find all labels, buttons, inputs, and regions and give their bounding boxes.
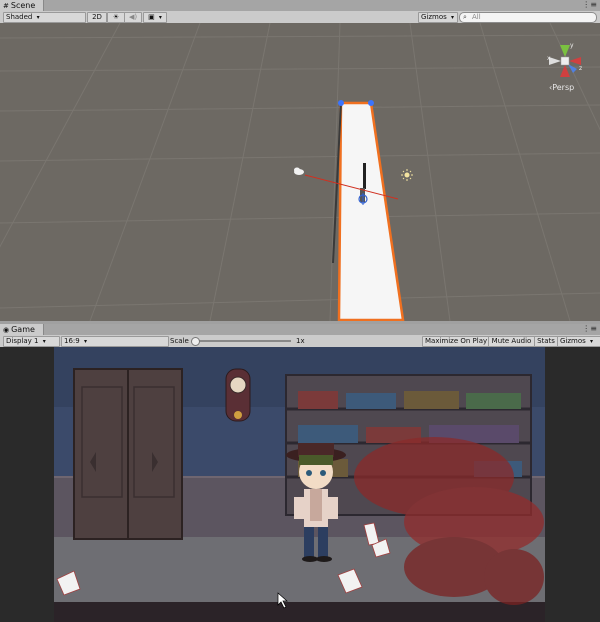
scale-label: Scale — [170, 337, 189, 345]
stats-label: Stats — [537, 337, 555, 345]
speaker-icon: ◀) — [128, 13, 138, 21]
maximize-on-play-label: Maximize On Play — [425, 337, 488, 345]
svg-text:y: y — [570, 42, 574, 49]
scene-tab-label: Scene — [10, 1, 36, 10]
scale-slider-thumb[interactable] — [191, 337, 200, 346]
game-panel-menu-icon[interactable]: ⋮≡ — [582, 324, 597, 333]
game-tab-bar: ◉ Game ⋮≡ — [0, 324, 600, 335]
door-sprite — [73, 368, 183, 540]
scene-tab[interactable]: # Scene — [0, 0, 45, 11]
sun-icon: ☀ — [112, 13, 120, 21]
svg-text:x: x — [547, 55, 551, 62]
light-gizmo — [401, 169, 413, 181]
effects-dropdown[interactable]: ▣ — [143, 12, 167, 23]
cloud-gizmo — [294, 167, 304, 175]
scene-grid-icon: # — [3, 1, 9, 10]
game-controller-icon: ◉ — [3, 325, 10, 334]
plane-handle-left — [338, 100, 344, 106]
audio-toggle-button[interactable]: ◀) — [124, 12, 142, 23]
display-label: Display 1 — [6, 337, 39, 345]
game-svg — [54, 347, 545, 622]
scene-gizmos-dropdown[interactable]: Gizmos — [418, 12, 458, 23]
game-tab-label: Game — [11, 325, 35, 334]
aspect-label: 16:9 — [64, 337, 80, 345]
lighting-toggle-button[interactable]: ☀ — [107, 12, 125, 23]
aspect-dropdown[interactable]: 16:9 — [61, 336, 169, 347]
mute-audio-toggle[interactable]: Mute Audio — [488, 336, 535, 347]
sprite-object — [363, 163, 366, 189]
game-render — [54, 347, 545, 622]
scene-panel-menu-icon[interactable]: ⋮≡ — [582, 0, 597, 9]
orientation-gizmo: x y z — [547, 42, 582, 77]
game-viewport[interactable] — [0, 347, 600, 622]
plane-handle-right — [368, 100, 374, 106]
mode-2d-label: 2D — [92, 13, 102, 21]
stats-toggle[interactable]: Stats — [534, 336, 558, 347]
scene-svg: x y z — [0, 23, 600, 321]
maximize-on-play-toggle[interactable]: Maximize On Play — [422, 336, 489, 347]
scene-search-placeholder: All — [472, 13, 481, 21]
clock-sprite — [225, 368, 251, 422]
game-tab[interactable]: ◉ Game — [0, 324, 44, 335]
selected-plane — [337, 101, 405, 321]
scale-slider[interactable] — [191, 337, 291, 346]
scene-tab-bar: # Scene ⋮≡ — [0, 0, 600, 11]
scene-viewport[interactable]: x y z ‹Persp — [0, 23, 600, 321]
image-icon: ▣ — [148, 13, 155, 21]
search-icon: ⌕ — [463, 13, 467, 21]
persp-text: Persp — [552, 83, 575, 92]
game-gizmos-label: Gizmos — [560, 337, 586, 345]
mode-2d-button[interactable]: 2D — [87, 12, 107, 23]
persp-label[interactable]: ‹Persp — [549, 83, 574, 92]
shading-mode-dropdown[interactable]: Shaded — [3, 12, 86, 23]
scene-search-input[interactable]: ⌕ All — [459, 12, 597, 23]
shading-mode-label: Shaded — [6, 13, 33, 21]
svg-text:z: z — [579, 65, 582, 72]
scale-value: 1x — [296, 337, 305, 345]
scene-gizmos-label: Gizmos — [421, 13, 447, 21]
display-dropdown[interactable]: Display 1 — [3, 336, 60, 347]
mute-audio-label: Mute Audio — [491, 337, 532, 345]
game-gizmos-dropdown[interactable]: Gizmos — [557, 336, 600, 347]
